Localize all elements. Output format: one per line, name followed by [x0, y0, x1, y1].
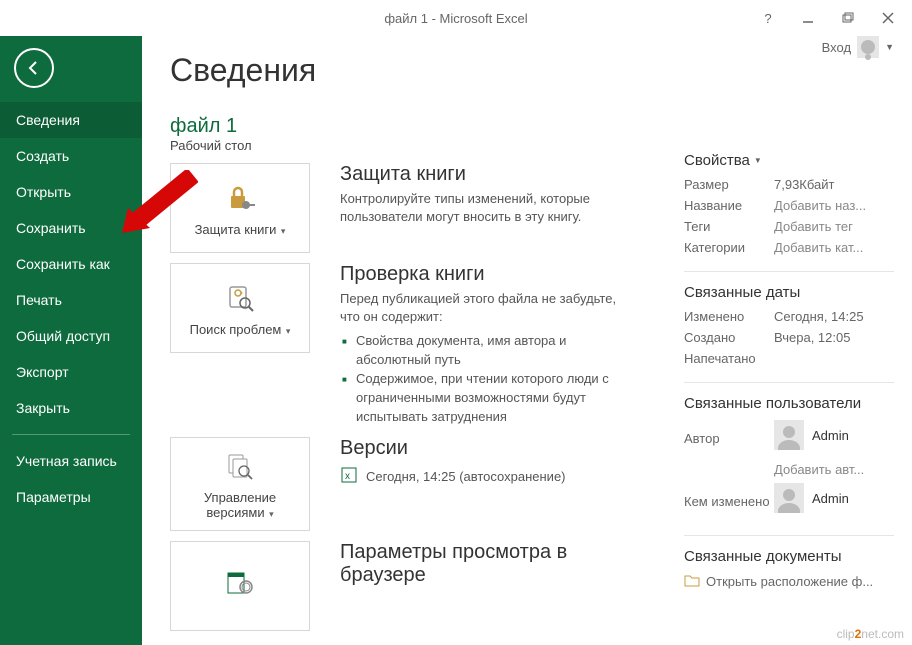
back-button[interactable]: [14, 48, 54, 88]
sidebar-item-save-as[interactable]: Сохранить как: [0, 246, 142, 282]
modified-by-label: Кем изменено: [684, 494, 774, 509]
svg-text:x: x: [345, 471, 350, 482]
prop-categories-label: Категории: [684, 240, 774, 255]
open-file-location-link[interactable]: Открыть расположение ф...: [684, 573, 894, 590]
prop-tags-value[interactable]: Добавить тег: [774, 219, 853, 234]
inspect-icon: [223, 280, 257, 316]
sidebar-item-info[interactable]: Сведения: [0, 102, 142, 138]
chevron-down-icon: ▼: [754, 156, 762, 165]
modified-by-name: Admin: [812, 491, 849, 506]
manage-versions-button[interactable]: Управление версиями ▾: [170, 437, 310, 531]
file-path: Рабочий стол: [170, 138, 886, 153]
author-label: Автор: [684, 431, 774, 446]
user-avatar-icon: [774, 420, 804, 450]
protect-section-title: Защита книги: [340, 163, 630, 186]
help-button[interactable]: ?: [750, 4, 786, 32]
versions-icon: [223, 448, 257, 484]
prop-title-value[interactable]: Добавить наз...: [774, 198, 866, 213]
prop-tags-label: Теги: [684, 219, 774, 234]
related-docs-header: Связанные документы: [684, 535, 894, 565]
date-modified-value: Сегодня, 14:25: [774, 309, 864, 324]
inspect-bullet: Свойства документа, имя автора и абсолют…: [340, 332, 630, 370]
chevron-down-icon: ▾: [283, 326, 290, 336]
chevron-down-icon: ▾: [278, 226, 285, 236]
check-for-issues-button[interactable]: Поиск проблем ▾: [170, 263, 310, 353]
sidebar-item-options[interactable]: Параметры: [0, 479, 142, 515]
minimize-button[interactable]: [790, 4, 826, 32]
sidebar-item-new[interactable]: Создать: [0, 138, 142, 174]
inspect-section-desc: Перед публикацией этого файла не забудьт…: [340, 290, 630, 326]
watermark: clip2net.com: [837, 627, 904, 641]
prop-size-value: 7,93Кбайт: [774, 177, 834, 192]
author-name: Admin: [812, 428, 849, 443]
sidebar-item-save[interactable]: Сохранить: [0, 210, 142, 246]
date-printed-label: Напечатано: [684, 351, 774, 366]
versions-section-title: Версии: [340, 437, 630, 460]
user-avatar-icon: [774, 483, 804, 513]
sidebar-item-export[interactable]: Экспорт: [0, 354, 142, 390]
prop-categories-value[interactable]: Добавить кат...: [774, 240, 863, 255]
browser-view-section-title: Параметры просмотра в браузере: [340, 541, 630, 587]
sidebar-separator: [12, 434, 130, 435]
related-users-header: Связанные пользователи: [684, 382, 894, 412]
browser-view-options-button[interactable]: [170, 541, 310, 631]
date-created-value: Вчера, 12:05: [774, 330, 850, 345]
sidebar-item-open[interactable]: Открыть: [0, 174, 142, 210]
chevron-down-icon: ▾: [267, 509, 274, 519]
sidebar-item-account[interactable]: Учетная запись: [0, 443, 142, 479]
browser-view-icon: [223, 565, 257, 601]
related-dates-header: Связанные даты: [684, 271, 894, 301]
folder-icon: [684, 573, 700, 590]
sidebar-item-close[interactable]: Закрыть: [0, 390, 142, 426]
inspect-section-title: Проверка книги: [340, 263, 630, 286]
prop-title-label: Название: [684, 198, 774, 213]
excel-file-icon: x: [340, 466, 358, 487]
date-modified-label: Изменено: [684, 309, 774, 324]
close-button[interactable]: [870, 4, 906, 32]
properties-header[interactable]: Свойства ▼: [684, 152, 894, 169]
sidebar-item-share[interactable]: Общий доступ: [0, 318, 142, 354]
properties-panel: Свойства ▼ Размер 7,93Кбайт Название Доб…: [684, 152, 894, 590]
page-title: Сведения: [170, 52, 886, 89]
date-created-label: Создано: [684, 330, 774, 345]
backstage-sidebar: Сведения Создать Открыть Сохранить Сохра…: [0, 36, 142, 645]
version-entry[interactable]: x Сегодня, 14:25 (автосохранение): [340, 466, 630, 487]
sidebar-item-print[interactable]: Печать: [0, 282, 142, 318]
add-author-link[interactable]: Добавить авт...: [774, 462, 864, 477]
protect-workbook-button[interactable]: Защита книги ▾: [170, 163, 310, 253]
inspect-bullet: Содержимое, при чтении которого люди с о…: [340, 370, 630, 427]
restore-button[interactable]: [830, 4, 866, 32]
file-name: файл 1: [170, 115, 886, 138]
window-title: файл 1 - Microsoft Excel: [384, 11, 527, 26]
protect-section-desc: Контролируйте типы изменений, которые по…: [340, 190, 630, 226]
prop-size-label: Размер: [684, 177, 774, 192]
lock-icon: [223, 180, 257, 216]
